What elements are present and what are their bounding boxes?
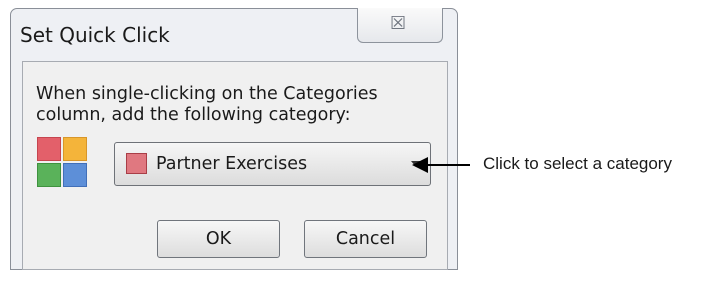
close-icon: ☒ [390,13,407,34]
category-yellow-square [63,137,87,161]
selected-category-label: Partner Exercises [156,154,308,174]
callout-text: Click to select a category [483,154,672,173]
set-quick-click-dialog: Set Quick Click ☒ When single-clicking o… [10,8,458,270]
category-green-square [37,163,61,187]
dialog-client-area: When single-clicking on the Categories c… [22,61,448,270]
callout-line [418,164,470,166]
category-color-swatch [126,153,147,174]
category-red-square [37,137,61,161]
instruction-text: When single-clicking on the Categories c… [36,84,378,125]
categories-icon [37,137,89,189]
category-blue-square [63,163,87,187]
dialog-titlebar: Set Quick Click ☒ [11,8,457,53]
close-button[interactable]: ☒ [357,8,443,43]
category-dropdown[interactable]: Partner Exercises [114,142,431,186]
cancel-button[interactable]: Cancel [304,220,427,258]
ok-button[interactable]: OK [157,220,280,258]
dialog-title: Set Quick Click [20,23,170,47]
